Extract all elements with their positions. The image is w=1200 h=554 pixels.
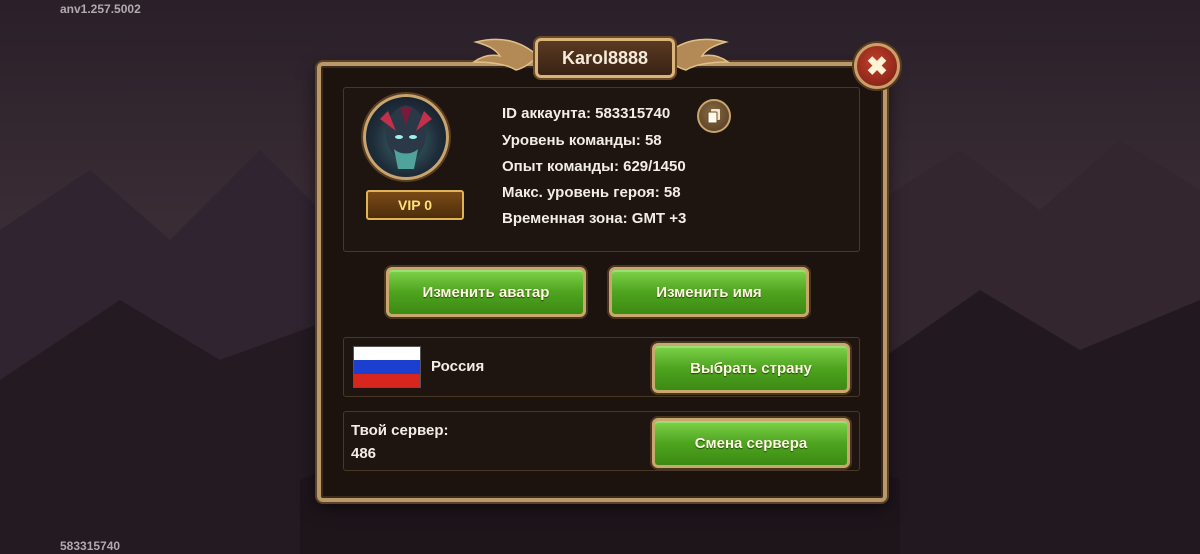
server-number: 486 <box>351 445 377 462</box>
copy-icon <box>707 109 720 124</box>
russia-flag-icon <box>353 346 421 388</box>
server-label: Твой сервер: <box>351 422 449 439</box>
close-icon: ✖ <box>866 51 888 81</box>
version-label: anv1.257.5002 <box>60 2 141 16</box>
max-hero-level-line: Макс. уровень героя: 58 <box>502 184 681 201</box>
team-exp-line: Опыт команды: 629/1450 <box>502 158 686 175</box>
copy-id-button[interactable] <box>697 99 731 133</box>
timezone-line: Временная зона: GMT +3 <box>502 210 687 227</box>
avatar[interactable] <box>363 94 449 180</box>
change-server-button[interactable]: Смена сервера <box>652 418 850 468</box>
team-level-line: Уровень команды: 58 <box>502 132 662 149</box>
vip-badge: VIP 0 <box>366 190 464 220</box>
country-name: Россия <box>431 358 485 375</box>
account-id-line: ID аккаунта: 583315740 <box>502 105 671 122</box>
choose-country-button[interactable]: Выбрать страну <box>652 343 850 393</box>
avatar-hero-image <box>380 105 432 169</box>
change-avatar-button[interactable]: Изменить аватар <box>386 267 586 317</box>
bottom-account-id: 583315740 <box>60 539 121 553</box>
change-name-button[interactable]: Изменить имя <box>609 267 809 317</box>
title-banner: Karol8888 <box>470 32 732 80</box>
player-name-title: Karol8888 <box>535 38 675 78</box>
left-wing-ornament <box>471 38 540 71</box>
close-button[interactable]: ✖ <box>854 43 900 89</box>
